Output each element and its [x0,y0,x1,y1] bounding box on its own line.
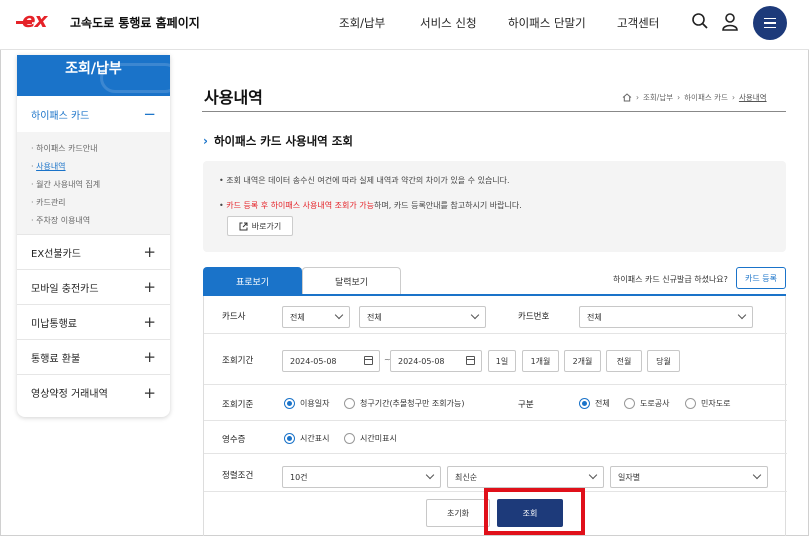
collapse-icon[interactable]: − [143,105,156,123]
sidebar-item-toll-refund[interactable]: 통행료 환불 + [17,340,170,375]
calendar-icon [466,356,475,365]
search-icon[interactable] [691,12,709,30]
form-row-receipt: 영수증 시간표시 시간미표시 [204,421,787,454]
form-row-period: 조회기간 2024-05-08 ~ 2024-05-08 1일 1개월 2개월 … [204,334,787,385]
chevron-down-icon [588,470,598,480]
calendar-icon [364,356,373,365]
notice-box: • 조회 내역은 데이터 송수신 여건에 따라 실제 내역과 약간의 차이가 있… [203,161,786,252]
shortcut-button[interactable]: 바로가기 [227,216,293,236]
sidebar-submenu: · 하이패스 카드안내 · 사용내역 · 월간 사용내역 집계 · 카드관리 ·… [17,132,170,235]
breadcrumb-item[interactable]: 하이패스 카드 [684,92,728,103]
period-this-month-button[interactable]: 당월 [647,350,680,372]
period-last-month-button[interactable]: 전월 [606,350,642,372]
chevron-down-icon [334,310,344,320]
submenu-item[interactable]: · 월간 사용내역 집계 [31,176,156,194]
division-label: 구분 [518,400,534,410]
sidebar-item-hipass-card[interactable]: 하이패스 카드 − [17,96,170,132]
receipt-show-time-radio[interactable]: 시간표시 [284,433,329,444]
expand-icon: + [143,383,156,402]
sidebar-item-mobile-card[interactable]: 모바일 충전카드 + [17,270,170,305]
sort-count-select[interactable]: 10건 [282,466,441,488]
site-logo[interactable]: ex 고속도로 통행료 홈페이지 [16,8,200,32]
criteria-label: 조회기준 [222,400,254,410]
highlight-box [484,488,585,535]
receipt-label: 영수증 [222,435,246,445]
expand-icon: + [143,243,156,261]
chevron-right-icon: › [677,93,681,102]
expand-icon: + [143,313,156,331]
tab-calendar-view[interactable]: 달력보기 [302,267,401,295]
chevron-down-icon [752,470,762,480]
notice-line: • 카드 등록 후 하이패스 사용내역 조회가 가능하며, 카드 등록안내를 참… [219,201,522,210]
submenu-item[interactable]: · 주차장 이용내역 [31,212,156,230]
form-row-criteria: 조회기준 이용일자 청구기간(추몰청구만 조회가능) 구분 전체 도로공사 민자… [204,385,787,421]
submenu-item[interactable]: · 카드관리 [31,194,156,212]
date-from-input[interactable]: 2024-05-08 [282,350,380,372]
expand-icon: + [143,348,156,366]
site-header: ex 고속도로 통행료 홈페이지 조회/납부 서비스 신청 하이패스 단말기 고… [0,0,809,50]
reset-button[interactable]: 초기화 [426,499,490,527]
date-to-input[interactable]: 2024-05-08 [390,350,482,372]
period-1day-button[interactable]: 1일 [488,350,516,372]
nav-item-inquiry[interactable]: 조회/납부 [339,15,385,31]
sidebar-item-ex-prepaid[interactable]: EX선불카드 + [17,235,170,270]
nav-item-service[interactable]: 서비스 신청 [420,15,477,31]
period-2month-button[interactable]: 2개월 [564,350,601,372]
division-all-radio[interactable]: 전체 [579,398,610,409]
new-card-question: 하이패스 카드 신규발급 하셨나요? [613,275,728,284]
card-company-label: 카드사 [222,312,246,322]
tab-list-view[interactable]: 표로보기 [203,267,302,295]
form-row-sort: 정렬조건 10건 최신순 일자별 [204,454,787,492]
chevron-down-icon [425,470,435,480]
sidebar-title: 조회/납부 [17,55,170,96]
card-number-label: 카드번호 [518,312,550,322]
sort-label: 정렬조건 [222,471,254,481]
sidebar-item-label: 하이패스 카드 [31,110,90,122]
criteria-usedate-radio[interactable]: 이용일자 [284,398,329,409]
nav-item-customer-center[interactable]: 고객센터 [617,15,659,31]
sort-by-select[interactable]: 일자별 [610,466,768,488]
card-company-select[interactable]: 전체 [282,306,350,328]
division-ex-radio[interactable]: 도로공사 [624,398,669,409]
page-title: 사용내역 [204,88,263,107]
criteria-billing-radio[interactable]: 청구기간(추몰청구만 조회가능) [344,398,464,409]
form-row-card: 카드사 전체 전체 카드번호 전체 [204,296,787,334]
chevron-right-icon: › [731,93,735,102]
external-link-icon [239,222,248,230]
breadcrumb-item[interactable]: 조회/납부 [643,92,673,103]
card-number-select[interactable]: 전체 [579,306,753,328]
notice-line: • 조회 내역은 데이터 송수신 여건에 따라 실제 내역과 약간의 차이가 있… [219,176,510,185]
user-icon[interactable] [721,12,739,32]
chevron-right-icon: › [636,93,639,102]
sort-order-select[interactable]: 최신순 [447,466,604,488]
chevron-down-icon [737,310,747,320]
home-icon[interactable] [622,93,632,102]
section-title: › 하이패스 카드 사용내역 조회 [203,134,353,148]
receipt-hide-time-radio[interactable]: 시간미표시 [344,433,397,444]
menu-icon[interactable] [753,6,787,40]
ex-logo-icon: ex [16,8,64,32]
submenu-item-current[interactable]: · 사용내역 [31,158,156,176]
breadcrumb: › 조회/납부 › 하이패스 카드 › 사용내역 [622,92,767,103]
title-divider [202,111,786,112]
sidebar-item-video-contract[interactable]: 영상약정 거래내역 + [17,375,170,410]
expand-icon: + [143,278,156,296]
division-private-radio[interactable]: 민자도로 [685,398,730,409]
submenu-item[interactable]: · 하이패스 카드안내 [31,140,156,158]
chevron-right-icon: › [203,134,208,148]
chevron-down-icon [470,310,480,320]
period-label: 조회기간 [222,356,254,366]
card-register-button[interactable]: 카드 등록 [736,267,786,289]
nav-item-terminal[interactable]: 하이패스 단말기 [508,15,586,31]
sidebar: 조회/납부 하이패스 카드 − · 하이패스 카드안내 · 사용내역 · 월간 … [17,55,170,417]
site-title: 고속도로 통행료 홈페이지 [70,15,200,30]
breadcrumb-current: 사용내역 [738,93,767,102]
period-1month-button[interactable]: 1개월 [522,350,559,372]
card-company-sub-select[interactable]: 전체 [359,306,486,328]
sidebar-item-unpaid-toll[interactable]: 미납통행료 + [17,305,170,340]
